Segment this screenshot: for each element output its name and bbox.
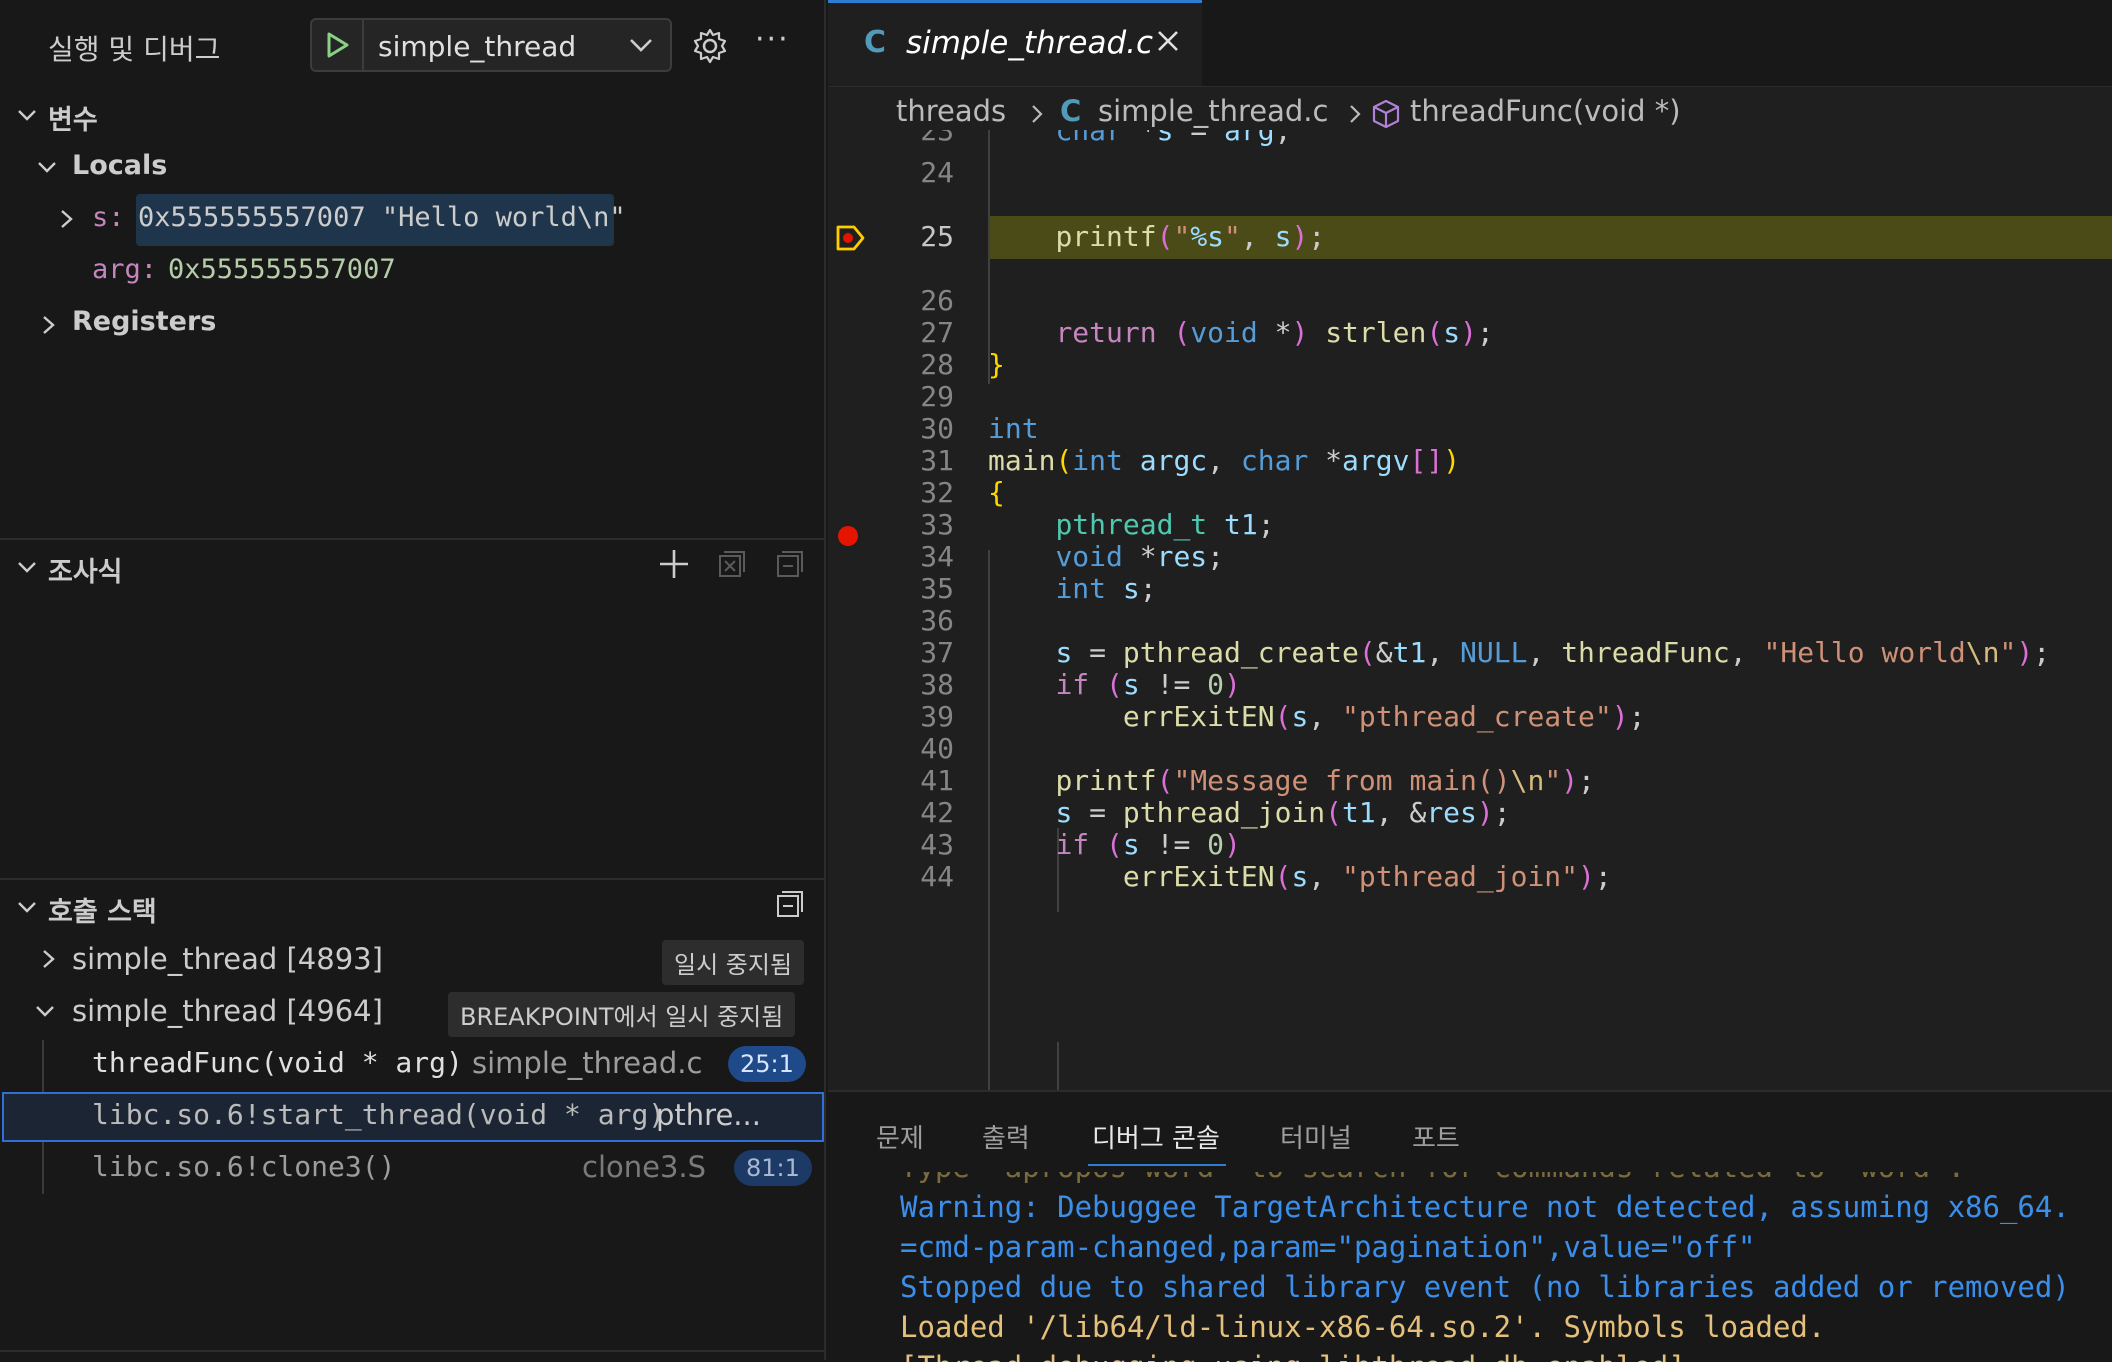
chevron-down-icon [18,110,36,121]
variable-s[interactable]: s: 0x555555557007 "Hello world\n" [0,196,826,240]
thread-item[interactable]: simple_thread [4964] BREAKPOINT에서 일시 중지됨 [0,986,826,1038]
frame-file: pthre... [656,1098,761,1132]
variables-section-header[interactable]: 변수 [0,90,826,138]
add-expression-icon[interactable] [656,546,692,582]
line-number: 25 [920,220,954,253]
frame-function: libc.so.6!start_thread(void * arg) [92,1098,666,1131]
variable-name: s: [92,202,125,233]
frame-position-badge: 25:1 [728,1046,806,1082]
collapse-all-icon[interactable] [774,548,806,580]
bottom-panel: 문제 출력 디버그 콘솔 터미널 포트 Type "apropos word" … [828,1090,2112,1362]
line-number: 24 [920,156,954,189]
section-divider [0,878,826,880]
run-and-debug-title: 실행 및 디버그 [48,33,221,66]
editor-tab-bar: C simple_thread.c [828,0,2112,87]
launch-config-name: simple_thread [378,30,577,63]
thread-name: simple_thread [4893] [72,942,383,976]
frame-function: libc.so.6!clone3() [92,1150,396,1183]
watch-section-header[interactable]: 조사식 [0,542,826,590]
watch-title: 조사식 [48,557,123,588]
callstack-section-header[interactable]: 호출 스택 [0,882,826,930]
frame-file: clone3.S [582,1150,707,1184]
tab-ports[interactable]: 포트 [1412,1118,1460,1155]
chevron-right-icon [1032,105,1043,123]
close-icon[interactable] [1154,27,1182,55]
chevron-down-icon [18,902,36,913]
play-icon [327,32,349,58]
callstack-title: 호출 스택 [48,897,157,928]
editor-tab-simple-thread-c[interactable]: C simple_thread.c [828,0,1202,86]
debug-console-output[interactable]: Type "apropos word" to search for comman… [900,1172,2112,1362]
chevron-right-icon [61,210,73,228]
tab-title: simple_thread.c [906,25,1154,61]
stack-frame[interactable]: threadFunc(void * arg) simple_thread.c 2… [0,1038,826,1090]
line-number: 44 [920,860,954,893]
console-line: [Thread debugging using libthread_db ena… [900,1350,1686,1362]
remove-all-expressions-icon[interactable] [716,548,748,580]
variable-name: arg: [92,254,158,285]
stack-frame[interactable]: libc.so.6!clone3() clone3.S 81:1 [0,1142,826,1194]
variable-value: 0x555555557007 "Hello world\n" [138,202,626,233]
method-cube-icon [1372,99,1400,129]
thread-item[interactable]: simple_thread [4893] 일시 중지됨 [0,934,826,986]
code-area[interactable]: 23 char *s = arg; 24 25 printf("%s", s);… [828,130,2112,1090]
thread-status-badge: 일시 중지됨 [662,940,805,985]
registers-label: Registers [72,306,217,337]
code-editor: C simple_thread.c threads C simple_threa… [828,0,2112,1090]
chevron-right-icon [1350,105,1361,123]
more-actions-icon[interactable]: ··· [755,22,790,57]
console-line: =cmd-param-changed,param="pagination",va… [900,1230,1756,1264]
launch-config-select[interactable]: simple_thread [310,18,672,72]
section-divider [0,1350,826,1352]
locals-label: Locals [72,150,168,181]
c-file-icon: C [1060,94,1082,128]
chevron-down-icon [38,162,56,173]
active-tab-indicator [1088,1164,1226,1166]
console-line: Stopped due to shared library event (no … [900,1270,2070,1304]
tab-output[interactable]: 출력 [982,1118,1030,1155]
tab-debug-console[interactable]: 디버그 콘솔 [1092,1118,1220,1155]
registers-scope[interactable]: Registers [0,302,826,346]
code-line: 24 [828,152,2112,195]
c-file-icon: C [864,25,887,60]
breadcrumb-symbol[interactable]: threadFunc(void *) [1410,94,1681,128]
chevron-down-icon [630,39,652,52]
console-line: Loaded '/lib64/ld-linux-x86-64.so.2'. Sy… [900,1310,1826,1344]
thread-status-badge: BREAKPOINT에서 일시 중지됨 [448,992,796,1037]
locals-scope[interactable]: Locals [0,144,826,188]
debug-sidebar: 실행 및 디버그 simple_thread ··· 변수 Locals s: … [0,0,826,1360]
code-line: 44 errExitEN(s, "pthread_join"); [828,856,2112,899]
chevron-right-icon [43,950,55,968]
code-line: 25 printf("%s", s); [828,216,2112,259]
debug-toolbar: 실행 및 디버그 simple_thread ··· [0,0,826,92]
variables-title: 변수 [48,105,98,136]
tab-problems[interactable]: 문제 [876,1118,924,1155]
chevron-right-icon [43,316,55,334]
frame-position-badge: 81:1 [734,1150,812,1186]
indent-guide [1057,1042,1059,1090]
code-line: 23 char *s = arg; [828,130,2112,153]
chevron-down-icon [18,562,36,573]
tab-terminal[interactable]: 터미널 [1280,1118,1352,1155]
breadcrumb-folder[interactable]: threads [896,94,1006,128]
chevron-down-icon [36,1006,54,1017]
frame-file: simple_thread.c [472,1046,703,1080]
frame-function: threadFunc(void * arg) [92,1046,463,1079]
breadcrumb-file[interactable]: simple_thread.c [1098,94,1328,128]
breadcrumb: threads C simple_thread.c threadFunc(voi… [868,94,2108,134]
console-line: Warning: Debuggee TargetArchitecture not… [900,1190,2070,1224]
stack-frame[interactable]: libc.so.6!start_thread(void * arg) pthre… [0,1090,826,1142]
thread-name: simple_thread [4964] [72,994,383,1028]
start-debugging-button[interactable] [312,20,364,70]
console-line: Type "apropos word" to search for comman… [900,1172,1965,1184]
variable-value: 0x555555557007 [168,254,396,285]
variable-arg[interactable]: arg: 0x555555557007 [0,250,826,294]
gear-icon[interactable] [690,26,730,66]
section-divider [0,538,826,540]
collapse-all-icon[interactable] [774,888,806,920]
line-number: 23 [920,130,954,147]
